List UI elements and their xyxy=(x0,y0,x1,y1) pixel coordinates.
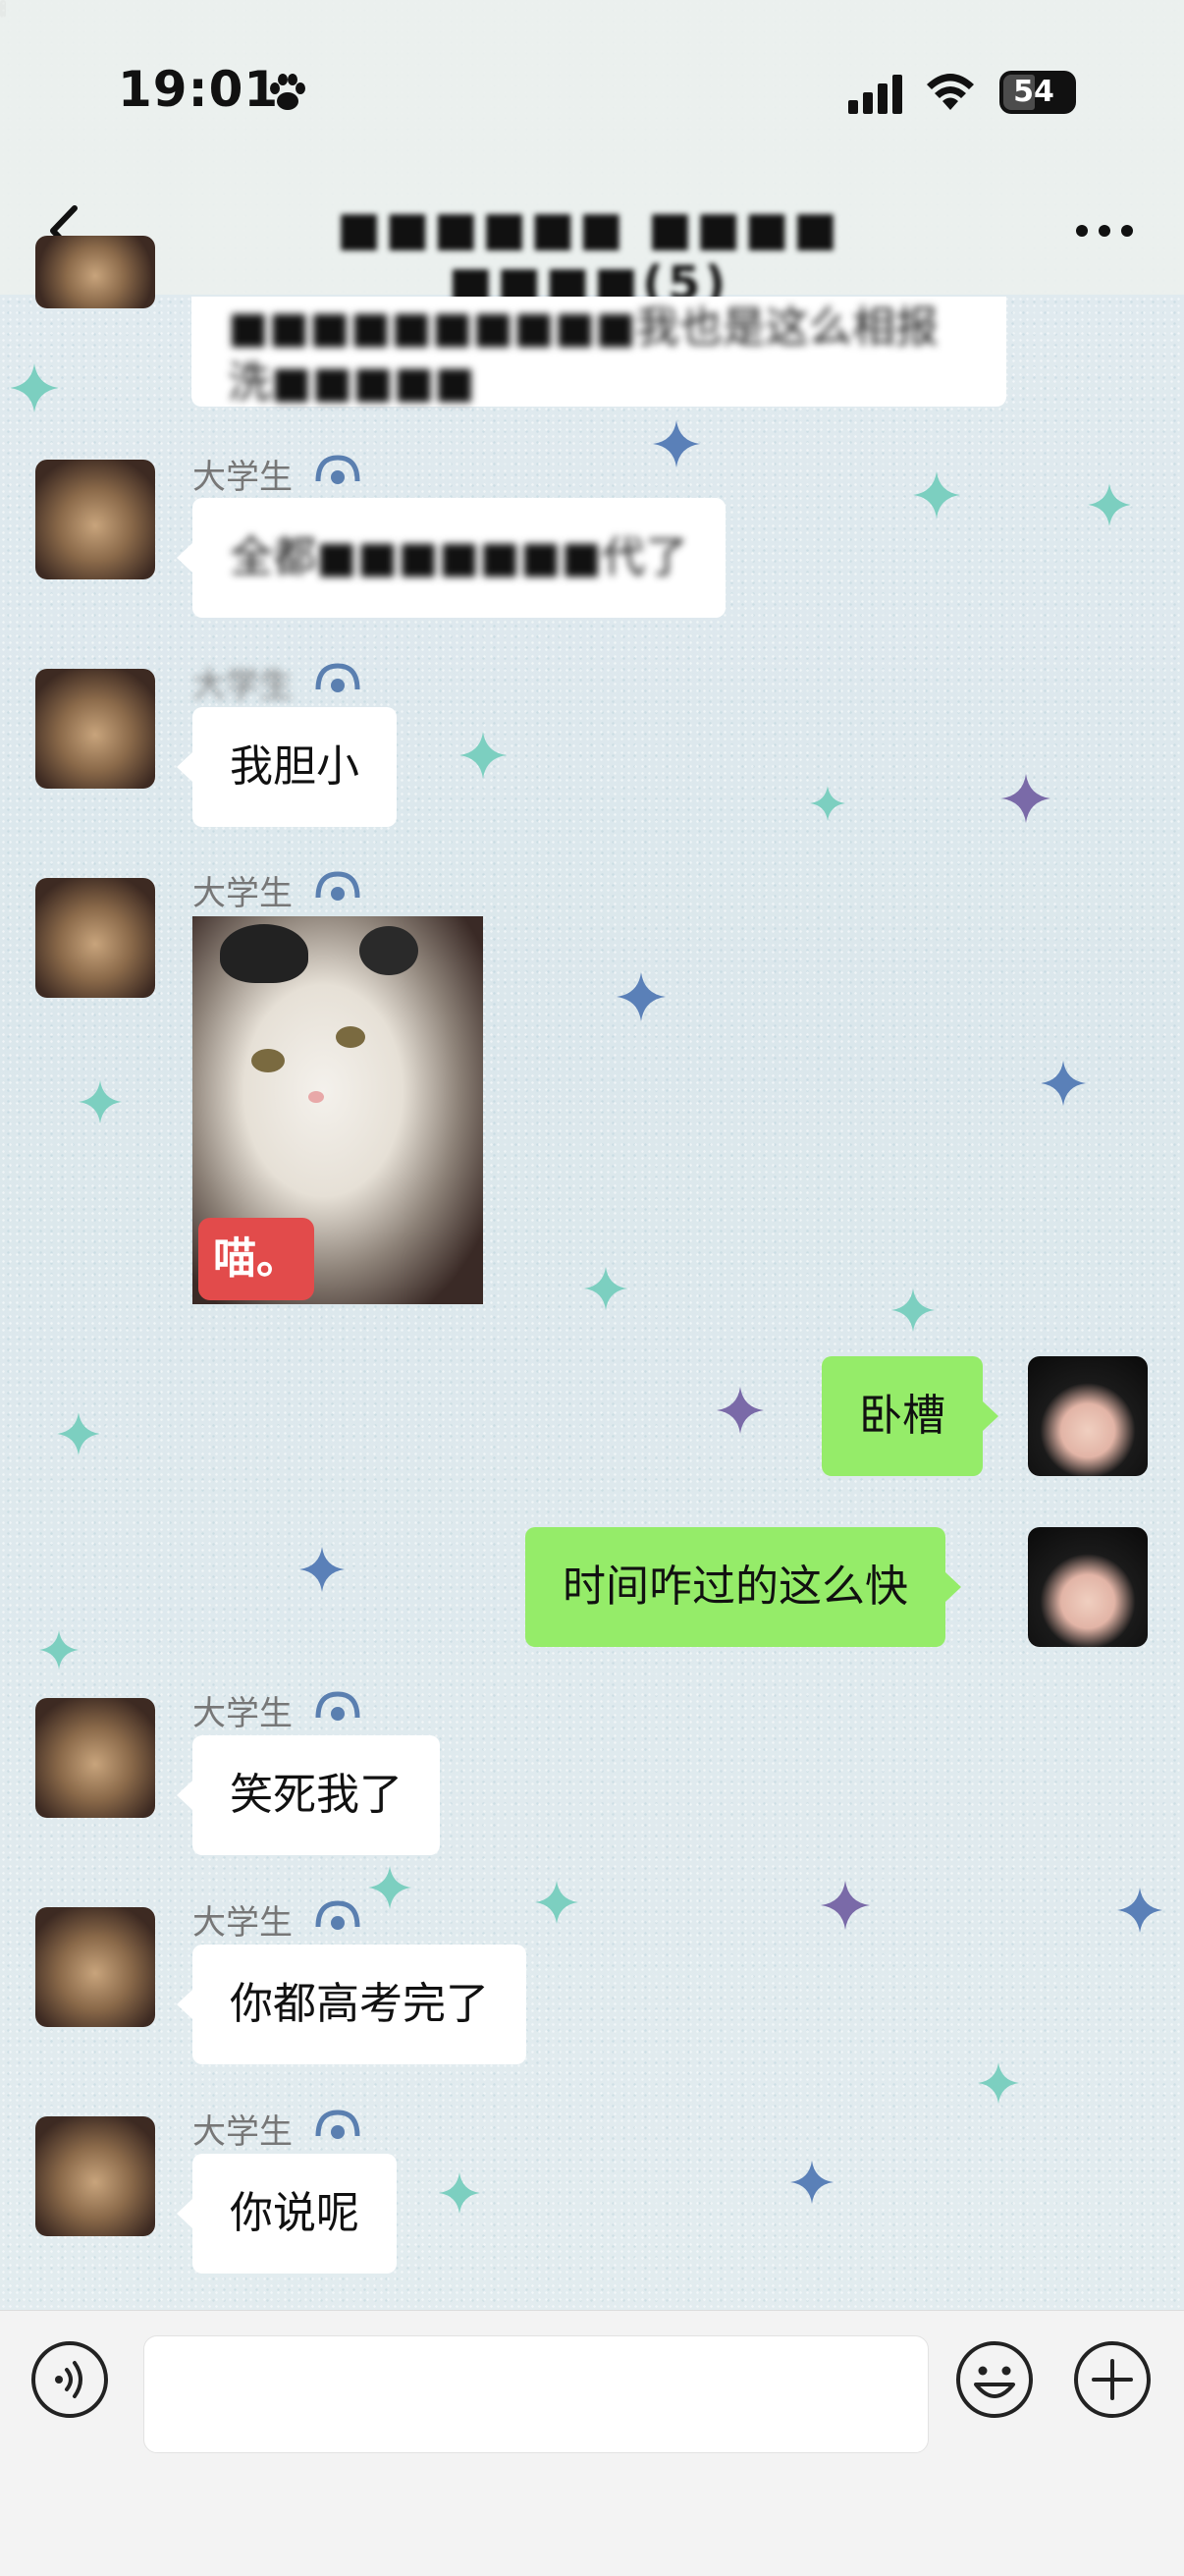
sender-name: 大学生 xyxy=(192,666,293,705)
photo-detail xyxy=(308,1091,324,1103)
sparkle-icon xyxy=(790,2161,834,2204)
sender-name: 大学生 xyxy=(192,458,293,497)
emoji-icon[interactable] xyxy=(954,2339,1035,2420)
avatar[interactable] xyxy=(35,1907,155,2027)
signal-icon xyxy=(848,75,902,114)
message-text: 卧槽 xyxy=(859,1391,945,1441)
sparkle-icon xyxy=(617,972,666,1021)
message-bubble[interactable]: 你说呢 xyxy=(177,2154,397,2274)
avatar[interactable] xyxy=(35,1698,155,1818)
sender-name: 大学生 xyxy=(192,1903,293,1943)
wifi-icon xyxy=(927,74,974,110)
speaker-icon xyxy=(315,1691,360,1721)
message-text: 你都高考完了 xyxy=(230,1979,489,2029)
meow-badge: 喵。 xyxy=(198,1218,314,1300)
sender-name: 大学生 xyxy=(192,2112,293,2152)
message-bubble[interactable]: 卧槽 xyxy=(822,1356,998,1476)
photo-detail xyxy=(220,924,308,983)
message-bubble[interactable]: 你都高考完了 xyxy=(177,1945,526,2064)
chat-title: ■■■■■■ ■■■■ ■■■■(5) xyxy=(336,201,842,311)
message-text: ■■■■■■■■■■我也是这么相报洗■■■■■ xyxy=(228,302,939,408)
message-text: 我胆小 xyxy=(230,741,359,792)
avatar[interactable] xyxy=(35,2116,155,2236)
message-bubble[interactable]: 我胆小 xyxy=(177,707,397,827)
voice-icon[interactable] xyxy=(29,2339,110,2420)
speaker-icon xyxy=(315,663,360,692)
sender-name: 大学生 xyxy=(192,1694,293,1733)
avatar[interactable] xyxy=(1028,1527,1148,1647)
sparkle-icon xyxy=(368,1866,411,1909)
sparkle-icon xyxy=(821,1881,870,1930)
battery-icon: 54 xyxy=(999,71,1076,114)
sparkle-icon xyxy=(1001,774,1050,823)
battery-level: 54 xyxy=(1013,75,1054,109)
avatar[interactable] xyxy=(35,669,155,789)
sparkle-icon xyxy=(439,2172,480,2214)
more-dots-icon[interactable] xyxy=(1070,216,1139,246)
cat-photo-message[interactable]: 喵。 xyxy=(192,916,483,1304)
sparkle-icon xyxy=(584,1267,627,1310)
avatar[interactable] xyxy=(35,460,155,579)
plus-icon[interactable] xyxy=(1072,2339,1153,2420)
sparkle-icon xyxy=(535,1881,578,1924)
sparkle-icon xyxy=(891,1288,935,1332)
sparkle-icon xyxy=(978,2062,1019,2104)
photo-detail xyxy=(359,926,418,975)
speaker-icon xyxy=(315,455,360,484)
message-input[interactable] xyxy=(143,2335,929,2453)
photo-detail xyxy=(336,1026,365,1048)
avatar[interactable] xyxy=(35,878,155,998)
message-bubble[interactable]: 全都■■■■■■■代了 xyxy=(176,498,727,618)
status-time: 19:01 xyxy=(118,61,280,118)
sparkle-icon xyxy=(653,420,700,467)
avatar[interactable] xyxy=(1028,1356,1148,1476)
sparkle-icon xyxy=(1041,1061,1086,1106)
message-text: 笑死我了 xyxy=(230,1770,403,1820)
speaker-icon xyxy=(315,1900,360,1930)
sparkle-icon xyxy=(10,363,59,412)
sender-name: 大学生 xyxy=(192,874,293,913)
sparkle-icon xyxy=(1088,483,1131,526)
sparkle-icon xyxy=(913,471,960,519)
speaker-icon xyxy=(315,2110,360,2139)
message-text: 你说呢 xyxy=(230,2188,359,2238)
speaker-icon xyxy=(315,871,360,901)
sparkle-icon xyxy=(810,786,845,821)
sparkle-icon xyxy=(57,1412,100,1455)
paw-icon xyxy=(270,74,305,110)
sparkle-icon xyxy=(1117,1888,1162,1933)
message-bubble[interactable]: 笑死我了 xyxy=(177,1735,440,1855)
avatar[interactable] xyxy=(35,236,155,308)
sparkle-icon xyxy=(39,1630,79,1670)
sparkle-icon xyxy=(79,1080,122,1124)
sparkle-icon xyxy=(299,1547,345,1592)
message-text: 全都■■■■■■■代了 xyxy=(230,532,689,582)
sparkle-icon xyxy=(459,732,507,779)
message-text: 时间咋过的这么快 xyxy=(563,1562,908,1612)
message-bubble[interactable]: 时间咋过的这么快 xyxy=(525,1527,961,1647)
photo-detail xyxy=(251,1049,285,1072)
sparkle-icon xyxy=(717,1387,764,1434)
